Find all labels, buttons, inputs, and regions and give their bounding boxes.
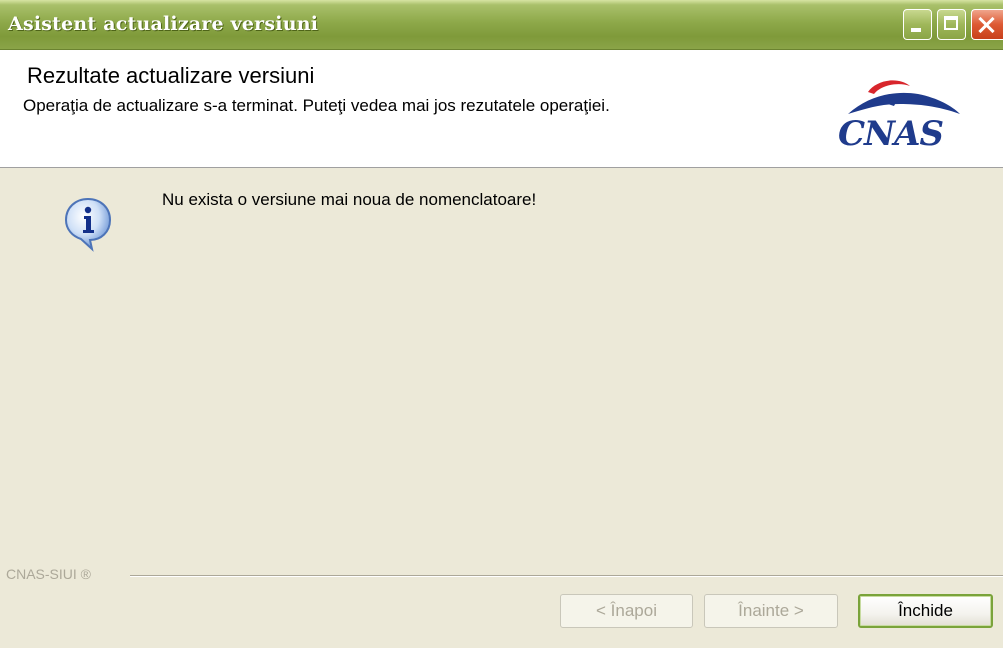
logo-text: CNAS [838,114,944,154]
close-icon[interactable] [971,9,1003,40]
window-title: Asistent actualizare versiuni [8,13,319,35]
info-icon [62,196,114,252]
back-button[interactable]: < Înapoi [560,594,693,628]
minimize-icon[interactable] [903,9,932,40]
wizard-header: Rezultate actualizare versiuni Operaţia … [0,50,1003,168]
result-message: Nu exista o versiune mai noua de nomencl… [162,190,537,209]
logo-emblem-icon [848,80,960,114]
page-subtitle: Operaţia de actualizare s-a terminat. Pu… [23,96,610,115]
maximize-icon[interactable] [937,9,966,40]
footer-brand-label: CNAS-SIUI ® [6,566,95,582]
title-bar[interactable]: Asistent actualizare versiuni [0,0,1003,50]
page-title: Rezultate actualizare versiuni [27,63,315,88]
next-button[interactable]: Înainte > [704,594,838,628]
footer-divider [130,575,1003,577]
cnas-logo: CNAS [828,78,978,158]
close-dialog-button[interactable]: Închide [858,594,993,628]
